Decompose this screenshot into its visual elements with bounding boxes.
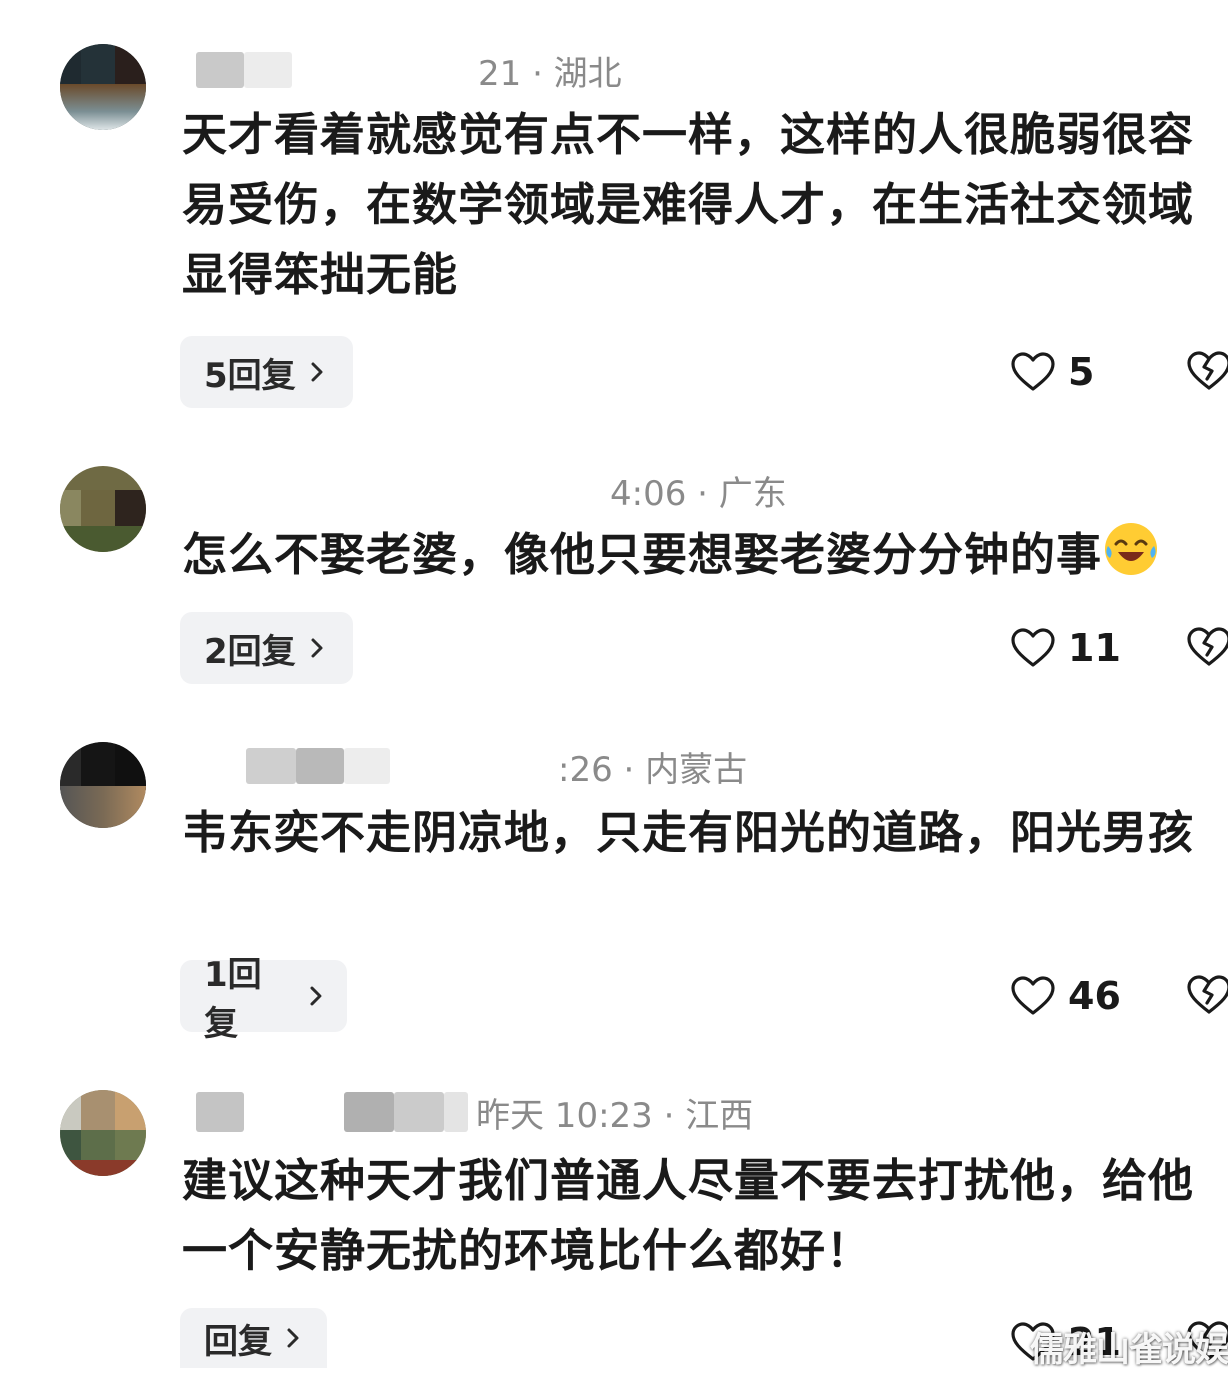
comment-text: 韦东奕不走阴凉地，只走有阳光的道路，阳光男孩	[182, 806, 1195, 859]
view-replies-button[interactable]: 1回复	[180, 955, 347, 1044]
chevron-right-icon	[287, 1328, 299, 1348]
comment-text-body: 怎么不娶老婆，像他只要想娶老婆分分钟的事	[182, 528, 1103, 581]
view-replies-button[interactable]: 2回复	[180, 612, 353, 684]
reply-count-label: 1回复	[204, 955, 262, 1044]
username-blurred	[196, 1092, 244, 1132]
like-count: 46	[1068, 974, 1121, 1018]
username-blurred	[394, 1092, 444, 1132]
comment-meta: 4:06 · 广东	[182, 468, 787, 514]
username-blurred	[246, 748, 296, 784]
view-replies-button[interactable]: 5回复	[180, 336, 353, 408]
comment-text: 建议这种天才我们普通人尽量不要去打扰他，给他一个安静无扰的环境比什么都好！	[182, 1154, 1195, 1277]
chevron-right-icon	[310, 986, 322, 1006]
broken-heart-icon[interactable]	[1186, 624, 1228, 670]
username-blurred	[444, 1092, 468, 1132]
comment-time-location: 昨天 10:23 · 江西	[476, 1095, 754, 1136]
reply-count-label: 2回复	[204, 631, 296, 672]
avatar[interactable]	[60, 466, 146, 552]
reply-count-label: 5回复	[204, 355, 296, 396]
like-button[interactable]: 11	[1010, 618, 1121, 678]
comment-time-location: :26 · 内蒙古	[558, 749, 748, 790]
broken-heart-icon[interactable]	[1186, 972, 1228, 1018]
heart-outline-icon	[1011, 352, 1055, 391]
chevron-right-icon	[311, 638, 323, 658]
comment-meta: 昨天 10:23 · 江西	[182, 1090, 754, 1136]
username-blurred	[296, 748, 344, 784]
avatar[interactable]	[60, 742, 146, 828]
like-button[interactable]: 46	[1010, 966, 1121, 1026]
comment-time-location: 21 · 湖北	[478, 53, 622, 94]
comment-text: 天才看着就感觉有点不一样，这样的人很脆弱很容易受伤，在数学领域是难得人才，在生活…	[182, 108, 1195, 301]
heart-outline-icon	[1011, 628, 1055, 667]
chevron-right-icon	[311, 362, 323, 382]
comment-time-location: 4:06 · 广东	[610, 473, 787, 514]
username-blurred	[344, 748, 390, 784]
avatar[interactable]	[60, 1090, 146, 1176]
username-blurred	[244, 52, 292, 88]
comment-meta: 21 · 湖北	[182, 48, 622, 94]
avatar[interactable]	[60, 44, 146, 130]
reply-count-label: 回复	[204, 1321, 272, 1362]
comment-text: 怎么不娶老婆，像他只要想娶老婆分分钟的事	[182, 520, 1222, 590]
avatar-mosaic	[60, 742, 146, 790]
like-button[interactable]: 5	[1010, 342, 1094, 402]
laughing-crying-emoji-icon	[1105, 523, 1158, 575]
username-blurred	[196, 52, 244, 88]
like-count: 11	[1068, 626, 1121, 670]
avatar-mosaic	[60, 44, 146, 84]
heart-outline-icon	[1011, 976, 1055, 1015]
username-blurred	[344, 1092, 394, 1132]
view-replies-button[interactable]: 回复	[180, 1308, 327, 1368]
watermark-text: 儒雅山雀说娱	[1030, 1330, 1228, 1370]
broken-heart-icon[interactable]	[1186, 348, 1228, 394]
like-count: 5	[1068, 350, 1095, 394]
comment-meta: :26 · 内蒙古	[182, 744, 748, 790]
